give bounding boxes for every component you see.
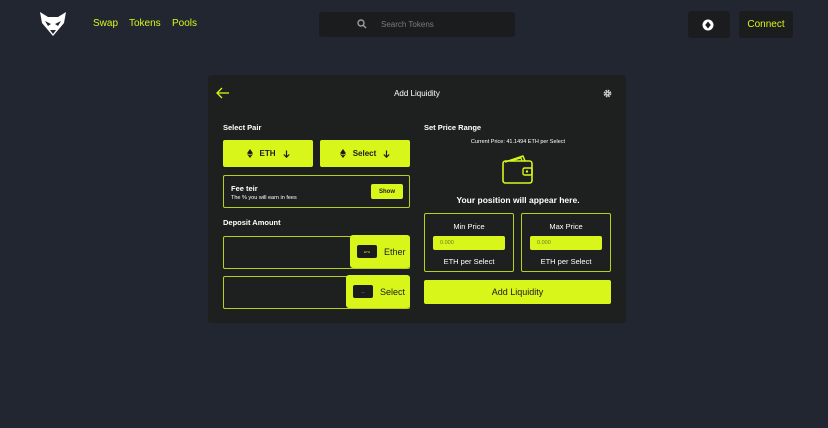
add-liquidity-button[interactable]: Add Liquidity	[424, 280, 611, 304]
eth-icon	[246, 149, 253, 158]
deposit-amount-input-2[interactable]	[226, 279, 346, 306]
position-empty-message: Your position will appear here.	[456, 195, 580, 205]
fox-logo-icon[interactable]	[40, 12, 66, 36]
deposit-token-label-1: Ether	[384, 246, 406, 257]
max-price-box: Max Price ETH per Select	[521, 213, 611, 272]
deposit-amount-input-1[interactable]	[226, 239, 346, 266]
nav-link-swap[interactable]: Swap	[93, 18, 118, 29]
eth-icon	[339, 149, 346, 158]
show-fee-button[interactable]: Show	[371, 184, 403, 199]
connect-button[interactable]: Connect	[739, 11, 793, 38]
deposit-token-button-2[interactable]: --- Select	[346, 275, 410, 308]
token-b-label: Select	[352, 149, 377, 158]
arrow-down-icon	[282, 150, 290, 158]
max-price-label: Max Price	[549, 222, 583, 231]
token-chip-icon: ETH	[357, 245, 377, 258]
set-price-range-label: Set Price Range	[424, 123, 482, 132]
token-a-label: ETH	[259, 149, 276, 158]
max-price-unit: ETH per Select	[540, 257, 592, 266]
deposit-input-row-2: --- Select	[223, 275, 410, 309]
wallet-icon	[502, 155, 533, 184]
min-price-box: Min Price ETH per Select	[424, 213, 514, 272]
min-price-unit: ETH per Select	[443, 257, 495, 266]
fee-tier-box: Fee teir The % you will earn in fees Sho…	[223, 175, 410, 208]
deposit-token-label-2: Select	[380, 286, 406, 297]
deposit-input-row-1: ETH Ether	[223, 235, 410, 269]
add-liquidity-card: Add Liquidity Select Pair ETH Select Fee…	[208, 75, 626, 323]
card-title: Add Liquidity	[394, 89, 440, 98]
search-icon	[357, 19, 367, 29]
search-bar	[319, 12, 515, 37]
nav-link-tokens[interactable]: Tokens	[129, 18, 161, 29]
wallet-status-button[interactable]	[688, 11, 730, 38]
fee-tier-subtitle: The % you will earn in fees	[231, 195, 297, 201]
fee-tier-title: Fee teir	[231, 184, 258, 193]
token-chip-icon: ---	[353, 285, 373, 298]
min-price-label: Min Price	[453, 222, 485, 231]
select-pair-label: Select Pair	[223, 123, 262, 132]
arrow-down-icon	[383, 150, 390, 158]
min-price-input[interactable]	[433, 236, 505, 250]
nav-link-pools[interactable]: Pools	[172, 18, 197, 29]
search-input[interactable]	[381, 12, 507, 37]
token-b-select-button[interactable]: Select	[320, 140, 410, 167]
current-price-text: Current Price: 41.1494 ETH per Select	[470, 139, 566, 145]
max-price-input[interactable]	[530, 236, 602, 250]
deposit-amount-label: Deposit Amount	[223, 218, 281, 227]
wallet-status-icon	[702, 19, 714, 31]
gear-icon[interactable]	[603, 89, 612, 98]
token-a-select-button[interactable]: ETH	[223, 140, 313, 167]
deposit-token-button-1[interactable]: ETH Ether	[350, 235, 410, 268]
